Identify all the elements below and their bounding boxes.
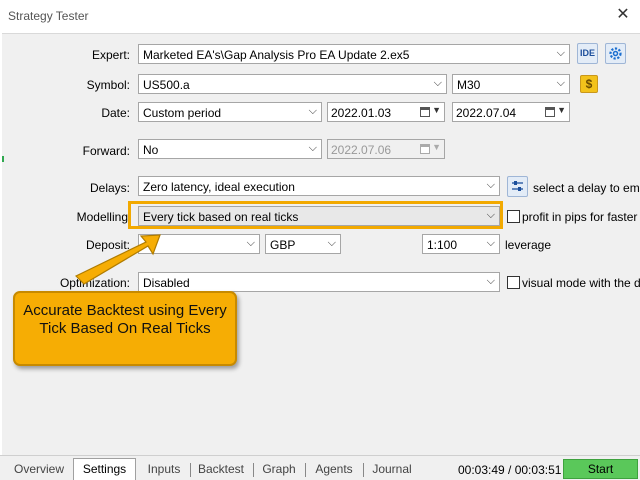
ide-button[interactable]: IDE — [577, 43, 598, 64]
chevron-down-icon: ⌵ — [308, 142, 317, 154]
leverage-value: 1:100 — [427, 238, 458, 252]
deposit-label: Deposit: — [85, 238, 130, 252]
delays-side-text: select a delay to emula — [533, 181, 640, 195]
annotation-callout: Accurate Backtest using Every Tick Based… — [13, 291, 237, 366]
expert-value: Marketed EA's\Gap Analysis Pro EA Update… — [143, 48, 410, 62]
optimization-value: Disabled — [143, 276, 190, 290]
tab-overview[interactable]: Overview — [8, 460, 70, 480]
expert-label: Expert: — [92, 48, 131, 62]
date-from-value: 2022.01.03 — [331, 106, 392, 120]
chevron-down-icon: ⌵ — [486, 275, 495, 287]
forward-date-value: 2022.07.06 — [331, 143, 392, 157]
dropdown-arrow-icon: ▼ — [557, 105, 566, 115]
delays-select[interactable]: Zero latency, ideal execution ⌵ — [138, 176, 500, 196]
currency-select[interactable]: GBP ⌵ — [265, 234, 341, 254]
tab-settings[interactable]: Settings — [73, 458, 136, 480]
chevron-down-icon: ⌵ — [556, 77, 565, 89]
chevron-down-icon: ⌵ — [327, 237, 336, 249]
delay-settings-icon[interactable] — [507, 176, 528, 197]
tab-separator — [190, 463, 191, 477]
chevron-down-icon: ⌵ — [486, 179, 495, 191]
chevron-down-icon: ⌵ — [246, 237, 255, 249]
delays-value: Zero latency, ideal execution — [143, 180, 295, 194]
settings-gear-icon[interactable] — [605, 43, 626, 64]
chevron-down-icon: ⌵ — [486, 237, 495, 249]
calendar-icon — [420, 107, 430, 117]
chevron-down-icon: ⌵ — [308, 105, 317, 117]
tab-separator — [363, 463, 364, 477]
callout-text: Accurate Backtest using Every Tick Based… — [23, 302, 227, 337]
optimization-select[interactable]: Disabled ⌵ — [138, 272, 500, 292]
symbol-label: Symbol: — [86, 78, 130, 92]
date-to-value: 2022.07.04 — [456, 106, 517, 120]
currency-value: GBP — [270, 238, 296, 252]
dropdown-arrow-icon: ▼ — [432, 142, 441, 152]
profit-in-pips-checkbox[interactable] — [507, 210, 520, 223]
leverage-label: leverage — [505, 238, 552, 252]
tab-bar: Overview Settings Inputs Backtest Graph … — [0, 455, 640, 480]
window-title: Strategy Tester — [8, 9, 89, 23]
tab-agents[interactable]: Agents — [310, 460, 358, 480]
delays-label: Delays: — [89, 181, 130, 195]
coin-icon[interactable]: $ — [580, 75, 598, 93]
chevron-down-icon: ⌵ — [556, 47, 565, 59]
chevron-down-icon: ⌵ — [433, 77, 442, 89]
tab-graph[interactable]: Graph — [258, 460, 300, 480]
coin-glyph: $ — [585, 77, 593, 91]
tab-inputs[interactable]: Inputs — [140, 460, 188, 480]
modelling-label: Modelling — [76, 210, 128, 224]
optimization-side-text: visual mode with the displ — [522, 276, 640, 290]
modelling-side-text: profit in pips for faster calc — [522, 210, 640, 224]
date-to-picker[interactable]: 2022.07.04 ▼ — [452, 102, 570, 122]
date-period-select[interactable]: Custom period ⌵ — [138, 102, 322, 122]
modelling-highlight-box — [128, 201, 503, 229]
forward-date-picker[interactable]: 2022.07.06 ▼ — [327, 139, 445, 159]
settings-panel: Expert: Marketed EA's\Gap Analysis Pro E… — [2, 33, 640, 455]
leverage-select[interactable]: 1:100 ⌵ — [422, 234, 500, 254]
expert-select[interactable]: Marketed EA's\Gap Analysis Pro EA Update… — [138, 44, 570, 64]
close-icon[interactable]: ✕ — [614, 6, 632, 24]
forward-value: No — [143, 143, 159, 157]
elapsed-timer: 00:03:49 / 00:03:51 — [458, 463, 562, 477]
date-period-value: Custom period — [143, 106, 222, 120]
date-label: Date: — [101, 106, 130, 120]
tab-backtest[interactable]: Backtest — [195, 460, 247, 480]
tab-separator — [253, 463, 254, 477]
timeframe-select[interactable]: M30 ⌵ — [452, 74, 570, 94]
tab-separator — [305, 463, 306, 477]
deposit-amount-select[interactable]: ⌵ — [138, 234, 260, 254]
symbol-value: US500.a — [143, 78, 190, 92]
dropdown-arrow-icon: ▼ — [432, 105, 441, 115]
optimization-label: Optimization: — [59, 276, 130, 290]
calendar-icon — [545, 107, 555, 117]
forward-label: Forward: — [82, 144, 130, 158]
symbol-select[interactable]: US500.a ⌵ — [138, 74, 447, 94]
title-bar: Strategy Tester ✕ — [0, 0, 640, 33]
start-button[interactable]: Start — [563, 459, 638, 479]
forward-select[interactable]: No ⌵ — [138, 139, 322, 159]
ide-label: IDE — [579, 48, 595, 58]
tab-journal[interactable]: Journal — [368, 460, 416, 480]
date-from-picker[interactable]: 2022.01.03 ▼ — [327, 102, 445, 122]
calendar-icon — [420, 144, 430, 154]
visual-mode-checkbox[interactable] — [507, 276, 520, 289]
timeframe-value: M30 — [457, 78, 481, 92]
sidebar-marker — [2, 156, 4, 162]
